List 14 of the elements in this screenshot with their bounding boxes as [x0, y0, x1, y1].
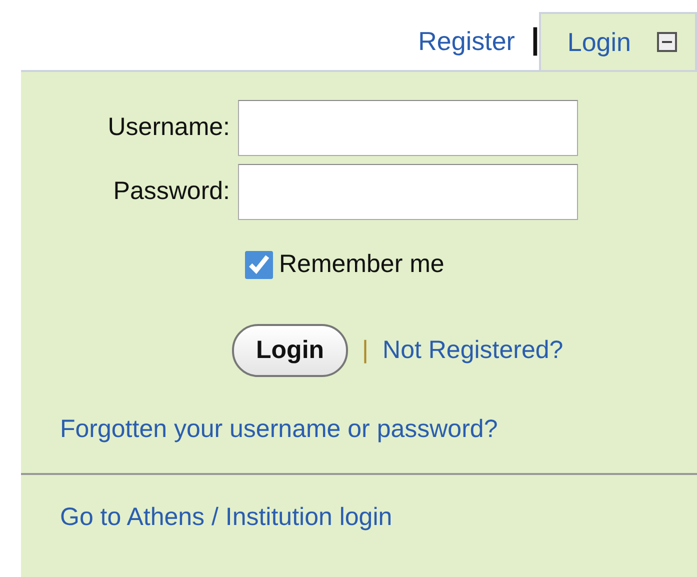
register-link[interactable]: Not Registered?	[382, 332, 564, 369]
username-field[interactable]	[238, 100, 578, 156]
institution-login-link[interactable]: Go to Athens / Institution login	[60, 502, 392, 530]
field-label: Password:	[112, 176, 230, 208]
tab-separator: |	[530, 25, 540, 55]
separator: |	[362, 334, 369, 366]
password-field[interactable]	[238, 164, 578, 220]
tab[interactable]: Register	[418, 22, 515, 60]
forgot-link[interactable]: Forgotten your username or password?	[60, 415, 498, 443]
collapse-icon[interactable]	[657, 32, 677, 52]
field-label: Username:	[106, 112, 230, 144]
remember-checkbox[interactable]	[245, 250, 273, 280]
login-button[interactable]: Login	[232, 324, 348, 377]
remember-label: Remember me	[279, 249, 444, 280]
